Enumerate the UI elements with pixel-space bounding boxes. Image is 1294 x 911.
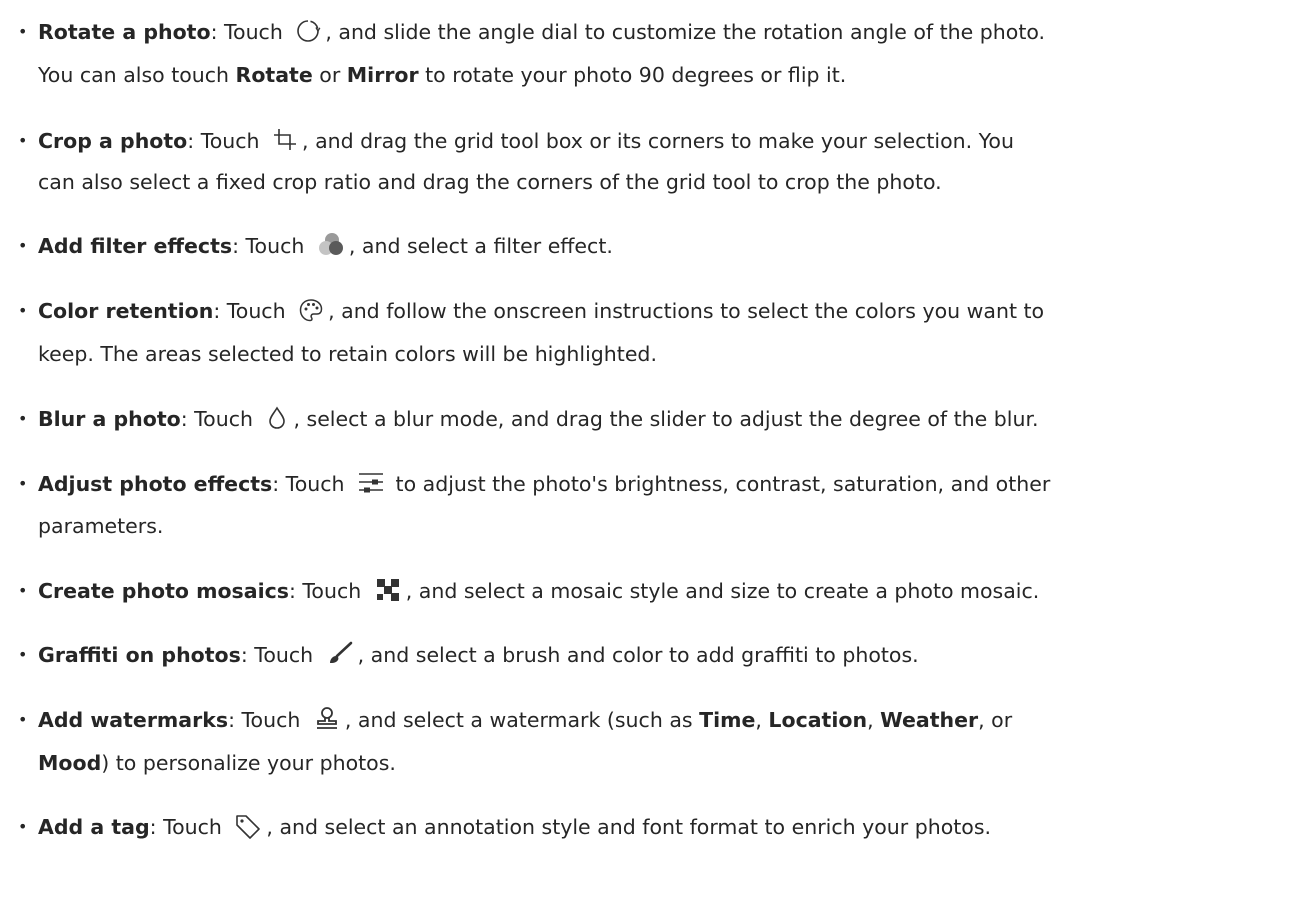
list-item-line: • Create photo mosaics: Touch , and selec… (18, 576, 1039, 606)
tag-icon (234, 813, 262, 839)
item-text: : Touch (228, 708, 307, 732)
item-text: , (867, 708, 881, 732)
item-title: Rotate a photo (38, 20, 211, 44)
list-item-line: • Graffiti on photos: Touch , and select … (18, 640, 919, 670)
item-text: or (312, 63, 347, 87)
item-title: Create photo mosaics (38, 579, 289, 603)
list-item-line: • Crop a photo: Touch , and drag the grid… (18, 126, 1014, 156)
item-text: : Touch (180, 407, 260, 431)
bullet: • (18, 474, 28, 493)
list-item-line: keep. The areas selected to retain color… (38, 339, 657, 369)
item-title: Graffiti on photos (38, 643, 241, 667)
brush-icon (326, 641, 354, 667)
sliders-icon (357, 470, 385, 496)
weather-label: Weather (880, 708, 979, 732)
item-text: , and select an annotation style and fon… (266, 815, 992, 839)
item-text: , (755, 708, 769, 732)
list-item-line: • Add filter effects: Touch , and select … (18, 231, 613, 261)
item-text: , select a blur mode, and drag the slide… (293, 407, 1039, 431)
item-text: , and drag the grid tool box or its corn… (302, 129, 1014, 153)
item-title: Add a tag (38, 815, 150, 839)
list-item-line: Mood) to personalize your photos. (38, 748, 396, 778)
mosaic-icon (374, 577, 402, 603)
item-text: : Touch (288, 579, 368, 603)
item-text: , and slide the angle dial to customize … (325, 20, 1046, 44)
stamp-icon (313, 706, 341, 732)
item-title: Blur a photo (38, 407, 181, 431)
item-text: : Touch (272, 472, 352, 496)
item-text: You can also touch (38, 63, 236, 87)
item-text: parameters. (38, 514, 164, 538)
item-text: : Touch (213, 299, 293, 323)
bullet: • (18, 710, 28, 729)
filter-icon (317, 232, 345, 258)
item-text: : Touch (210, 20, 290, 44)
time-label: Time (699, 708, 756, 732)
list-item-line: You can also touch Rotate or Mirror to r… (38, 60, 846, 90)
item-text: to adjust the photo's brightness, contra… (389, 472, 1051, 496)
item-text: can also select a fixed crop ratio and d… (38, 170, 942, 194)
item-title: Add watermarks (38, 708, 229, 732)
item-title: Adjust photo effects (38, 472, 273, 496)
item-text: : Touch (149, 815, 229, 839)
location-label: Location (768, 708, 868, 732)
list-item-line: • Add a tag: Touch , and select an annota… (18, 812, 991, 842)
list-item-line: • Adjust photo effects: Touch to adjust t… (18, 469, 1050, 499)
item-text: , and select a brush and color to add gr… (357, 643, 919, 667)
bullet: • (18, 581, 28, 600)
item-title: Add filter effects (38, 234, 233, 258)
rotate-icon (295, 18, 321, 44)
list-item-line: can also select a fixed crop ratio and d… (38, 167, 942, 197)
droplet-icon (265, 405, 289, 431)
item-text: : Touch (187, 129, 267, 153)
item-text: to rotate your photo 90 degrees or flip … (418, 63, 847, 87)
bullet: • (18, 236, 28, 255)
rotate-label: Rotate (235, 63, 313, 87)
list-item-line: • Blur a photo: Touch , select a blur mod… (18, 404, 1039, 434)
list-item-line: • Rotate a photo: Touch , and slide the a… (18, 17, 1045, 47)
palette-icon (298, 297, 324, 323)
crop-icon (272, 127, 298, 153)
list-item-line: • Add watermarks: Touch , and select a wa… (18, 705, 1012, 735)
item-text: , and select a filter effect. (348, 234, 613, 258)
item-text: , and follow the onscreen instructions t… (328, 299, 1045, 323)
list-item-line: parameters. (38, 511, 163, 541)
item-text: : Touch (232, 234, 311, 258)
item-text: ) to personalize your photos. (101, 751, 396, 775)
list-item-line: • Color retention: Touch , and follow the… (18, 296, 1044, 326)
bullet: • (18, 22, 28, 41)
item-text: , or (978, 708, 1013, 732)
bullet: • (18, 301, 28, 320)
bullet: • (18, 409, 28, 428)
item-text: keep. The areas selected to retain color… (38, 342, 657, 366)
item-text: , and select a mosaic style and size to … (405, 579, 1040, 603)
item-text: : Touch (240, 643, 320, 667)
item-title: Crop a photo (38, 129, 188, 153)
bullet: • (18, 817, 28, 836)
bullet: • (18, 645, 28, 664)
bullet: • (18, 131, 28, 150)
item-text: , and select a watermark (such as (344, 708, 700, 732)
mood-label: Mood (38, 751, 102, 775)
item-title: Color retention (38, 299, 214, 323)
mirror-label: Mirror (346, 63, 419, 87)
